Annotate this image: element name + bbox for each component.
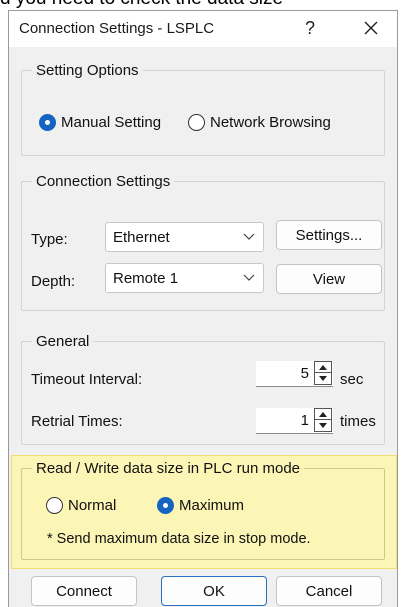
retrial-times-label: Retrial Times: bbox=[31, 413, 123, 430]
normal-radio[interactable]: Normal bbox=[46, 497, 116, 514]
window-title: Connection Settings - LSPLC bbox=[19, 20, 215, 37]
type-label: Type: bbox=[31, 231, 68, 248]
timeout-interval-value: 5 bbox=[300, 365, 309, 382]
spin-down-icon[interactable] bbox=[315, 420, 331, 431]
connection-settings-legend: Connection Settings bbox=[36, 173, 171, 190]
manual-setting-label: Manual Setting bbox=[61, 114, 162, 131]
radio-selected-icon bbox=[157, 497, 174, 514]
background-document-text: d you need to check the data size bbox=[0, 0, 406, 10]
chevron-down-icon bbox=[243, 274, 255, 281]
retrial-times-spinner[interactable]: 1 bbox=[256, 408, 333, 434]
radio-unselected-icon bbox=[188, 114, 205, 131]
read-write-size-legend: Read / Write data size in PLC run mode bbox=[36, 460, 301, 477]
normal-label: Normal bbox=[68, 497, 117, 514]
network-browsing-label: Network Browsing bbox=[210, 114, 331, 131]
connection-settings-dialog: Connection Settings - LSPLC ? Setting Op… bbox=[8, 10, 398, 607]
general-legend: General bbox=[36, 333, 90, 350]
setting-options-group: Setting Options bbox=[21, 62, 385, 156]
depth-label: Depth: bbox=[31, 273, 76, 290]
spin-down-icon[interactable] bbox=[315, 373, 331, 384]
timeout-unit: sec bbox=[340, 371, 364, 388]
close-icon bbox=[364, 21, 378, 35]
help-button[interactable]: ? bbox=[305, 18, 315, 39]
timeout-interval-spinner[interactable]: 5 bbox=[256, 361, 333, 387]
network-browsing-radio[interactable]: Network Browsing bbox=[188, 114, 331, 131]
spin-up-icon[interactable] bbox=[315, 409, 331, 420]
manual-setting-radio[interactable]: Manual Setting bbox=[39, 114, 161, 131]
title-bar: Connection Settings - LSPLC ? bbox=[9, 11, 397, 47]
settings-button[interactable]: Settings... bbox=[276, 220, 382, 250]
type-dropdown[interactable]: Ethernet bbox=[105, 222, 264, 252]
retrial-unit: times bbox=[340, 413, 376, 430]
view-button[interactable]: View bbox=[276, 264, 382, 294]
radio-selected-icon bbox=[39, 114, 56, 131]
depth-value: Remote 1 bbox=[113, 270, 179, 287]
close-button[interactable] bbox=[359, 16, 383, 40]
retrial-times-value: 1 bbox=[300, 412, 309, 429]
setting-options-legend: Setting Options bbox=[36, 62, 139, 79]
spin-up-icon[interactable] bbox=[315, 362, 331, 373]
connect-button[interactable]: Connect bbox=[31, 576, 137, 606]
maximum-label: Maximum bbox=[179, 497, 245, 514]
type-value: Ethernet bbox=[113, 229, 170, 246]
cancel-button[interactable]: Cancel bbox=[276, 576, 382, 606]
radio-unselected-icon bbox=[46, 497, 63, 514]
ok-button[interactable]: OK bbox=[161, 576, 267, 606]
depth-dropdown[interactable]: Remote 1 bbox=[105, 263, 264, 293]
chevron-down-icon bbox=[243, 233, 255, 240]
stop-mode-note: * Send maximum data size in stop mode. bbox=[47, 531, 311, 547]
timeout-interval-label: Timeout Interval: bbox=[31, 371, 143, 388]
maximum-radio[interactable]: Maximum bbox=[157, 497, 244, 514]
